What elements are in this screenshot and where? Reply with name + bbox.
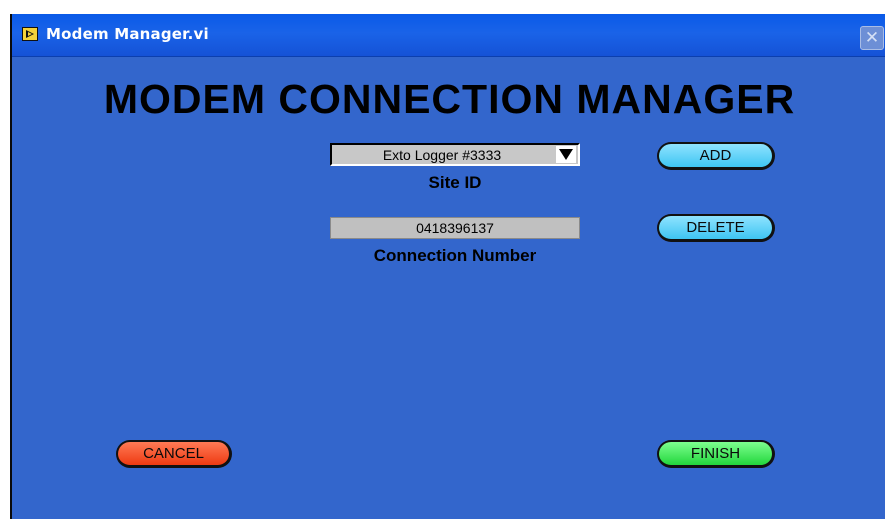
close-icon[interactable]: ✕ [860, 26, 884, 50]
connection-number-field[interactable]: 0418396137 [330, 217, 580, 239]
finish-button[interactable]: FINISH [657, 440, 775, 468]
add-button[interactable]: ADD [657, 142, 775, 170]
site-id-dropdown[interactable]: Exto Logger #3333 [330, 143, 580, 166]
cancel-button[interactable]: CANCEL [116, 440, 232, 468]
site-id-label: Site ID [428, 173, 482, 192]
triangle-down-icon[interactable] [556, 146, 576, 163]
labview-vi-icon [22, 27, 38, 41]
modem-manager-window: Modem Manager.vi ✕ MODEM CONNECTION MANA… [10, 14, 885, 519]
title-bar[interactable]: Modem Manager.vi ✕ [12, 14, 885, 57]
delete-button[interactable]: DELETE [657, 214, 775, 242]
window-title: Modem Manager.vi [46, 25, 209, 43]
site-id-value: Exto Logger #3333 [382, 147, 502, 163]
connection-number-label: Connection Number [373, 246, 537, 265]
page-title: MODEM CONNECTION MANAGER [103, 76, 796, 122]
